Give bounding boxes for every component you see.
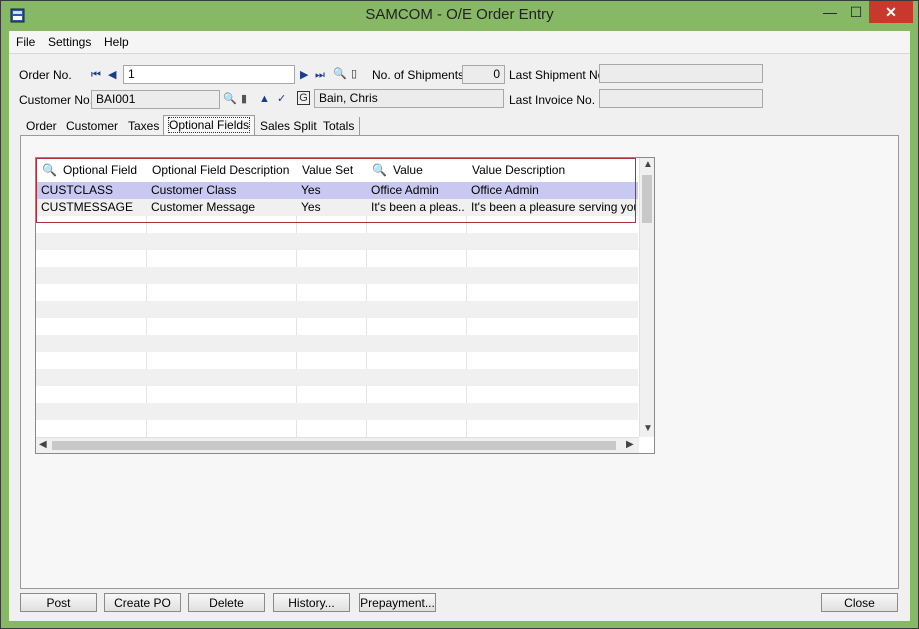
vertical-scroll-thumb[interactable] [642,175,652,223]
tab-totals[interactable]: Totals [318,117,361,136]
tab-order[interactable]: Order [21,117,63,136]
shipments-label: No. of Shipments [372,68,465,82]
empty-row [36,267,638,284]
tab-optional-fields-label: Optional Fields [167,117,251,133]
last-shipment-field [599,64,763,83]
horizontal-scroll-thumb[interactable] [52,441,616,450]
close-button[interactable]: Close [821,593,898,612]
cell-value: Office Admin [371,183,439,197]
scroll-right-icon[interactable]: ▶ [626,439,634,450]
column-header-value[interactable]: 🔍 Value [372,158,423,182]
tab-taxes[interactable]: Taxes [123,117,166,136]
empty-row [36,284,638,301]
tab-sales-split-label: Sales Split [260,119,317,133]
window-title: SAMCOM - O/E Order Entry [365,6,554,23]
order-no-input[interactable]: 1 [123,65,295,84]
zoom-icon[interactable]: ▲ [259,92,270,106]
empty-row [36,216,638,233]
title-bar[interactable]: SAMCOM - O/E Order Entry — ☐ ✕ [1,1,918,30]
app-window: SAMCOM - O/E Order Entry — ☐ ✕ File Sett… [0,0,919,629]
search-icon[interactable]: 🔍 [333,67,347,81]
tab-sales-split[interactable]: Sales Split [255,117,323,136]
last-invoice-field [599,89,763,108]
tab-taxes-label: Taxes [128,119,160,133]
column-header-label: Optional Field [62,163,137,177]
empty-row [36,369,638,386]
cell-value-set: Yes [301,183,321,197]
minimize-button[interactable]: — [817,1,843,23]
history-icon[interactable]: G [297,91,310,105]
empty-row [36,250,638,267]
close-window-button[interactable]: ✕ [869,1,913,23]
menu-settings[interactable]: Settings [48,35,91,49]
post-button[interactable]: Post [20,593,97,612]
column-header-description[interactable]: Optional Field Description [152,158,289,182]
column-header-optional-field[interactable]: 🔍 Optional Field [42,158,137,182]
magnifier-icon[interactable]: 🔍 [372,163,387,177]
grid-header: 🔍 Optional Field Optional Field Descripti… [36,158,638,183]
customer-search-icon[interactable]: 🔍 [223,92,237,106]
tab-totals-label: Totals [323,119,355,133]
empty-row [36,386,638,403]
table-row[interactable]: CUSTMESSAGE Customer Message Yes It's be… [36,199,638,216]
previous-record-icon[interactable]: ◀ [108,68,116,82]
customer-document-icon[interactable]: ▮ [241,92,247,106]
customer-no-field[interactable]: BAI001 [91,90,220,109]
menu-bar: File Settings Help [9,31,910,54]
tab-optional-fields[interactable]: Optional Fields [163,115,256,137]
cell-description: Customer Class [151,183,237,197]
shipments-count: 0 [462,65,505,84]
cell-optional-field: CUSTMESSAGE [41,200,134,214]
empty-row [36,420,638,437]
tab-customer-label: Customer [66,119,119,133]
optional-fields-grid[interactable]: 🔍 Optional Field Optional Field Descripti… [35,157,655,454]
empty-row [36,318,638,335]
order-no-label: Order No. [19,68,72,82]
empty-row [36,403,638,420]
menu-help[interactable]: Help [104,35,129,49]
customer-name-field: Bain, Chris [314,89,504,108]
prepayment-button[interactable]: Prepayment... [359,593,436,612]
scroll-left-icon[interactable]: ◀ [39,439,47,450]
last-invoice-label: Last Invoice No. [509,93,596,107]
maximize-button[interactable]: ☐ [843,1,869,23]
empty-row [36,352,638,369]
history-button[interactable]: History... [273,593,350,612]
optional-fields-panel: 🔍 Optional Field Optional Field Descripti… [20,135,899,589]
delete-button[interactable]: Delete [188,593,265,612]
magnifier-icon[interactable]: 🔍 [42,163,57,177]
empty-row [36,233,638,250]
tab-order-label: Order [26,119,57,133]
check-icon[interactable]: ✓ [277,92,286,106]
tab-customer[interactable]: Customer [61,117,125,136]
cell-description: Customer Message [151,200,256,214]
column-header-value-description[interactable]: Value Description [472,158,565,182]
create-po-button[interactable]: Create PO [104,593,181,612]
horizontal-scrollbar[interactable]: ◀ ▶ [36,437,639,453]
column-header-value-set[interactable]: Value Set [302,158,353,182]
cell-value-set: Yes [301,200,321,214]
next-record-icon[interactable]: ▶ [300,68,308,82]
last-record-icon[interactable]: ⏭ [315,68,325,82]
cell-value: It's been a pleas... [371,200,464,214]
column-header-label: Value [392,163,423,177]
table-row[interactable]: CUSTCLASS Customer Class Yes Office Admi… [36,182,638,199]
menu-file[interactable]: File [16,35,35,49]
client-area: File Settings Help Order No. ⏮ ◀ 1 ▶ ⏭ 🔍… [9,31,910,621]
cell-optional-field: CUSTCLASS [41,183,114,197]
scroll-down-icon[interactable]: ▼ [643,423,653,434]
customer-no-label: Customer No. [19,93,94,107]
scroll-up-icon[interactable]: ▲ [643,159,653,170]
last-shipment-label: Last Shipment No. [509,68,608,82]
vertical-scrollbar[interactable]: ▲ ▼ [639,158,654,437]
new-document-icon[interactable]: ▯ [351,67,357,81]
cell-value-description: It's been a pleasure serving you! [471,200,636,214]
first-record-icon[interactable]: ⏮ [91,68,101,82]
cell-value-description: Office Admin [471,183,539,197]
empty-row [36,301,638,318]
empty-row [36,335,638,352]
